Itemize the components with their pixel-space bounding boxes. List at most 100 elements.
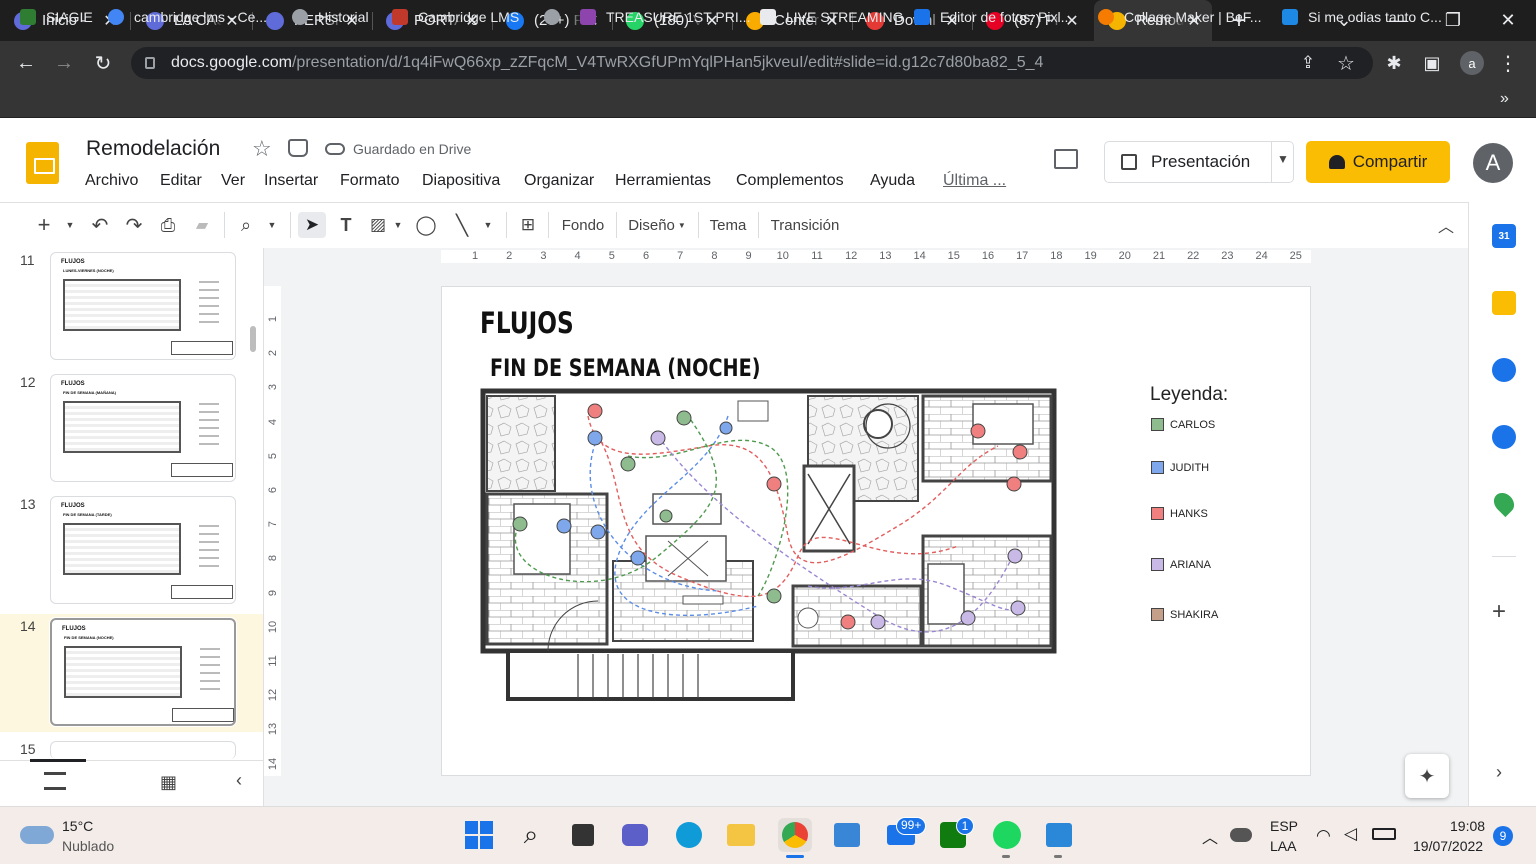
legend-item[interactable]: ARIANA — [1151, 558, 1211, 571]
legend-item[interactable]: JUDITH — [1151, 461, 1209, 474]
image-dropdown-icon[interactable]: ▼ — [390, 212, 406, 238]
slide-thumbnail[interactable]: FLUJOS FIN DE SEMANA (MAÑANA) — [50, 374, 236, 482]
last-edit-link[interactable]: Última ... — [943, 172, 1006, 190]
filmstrip-view-icon[interactable] — [44, 772, 66, 790]
print-icon[interactable]: ⎙ — [156, 212, 180, 238]
start-icon[interactable] — [462, 818, 496, 852]
sidebar-icon[interactable]: ▣ — [1418, 49, 1446, 77]
photos-app-icon[interactable] — [830, 818, 864, 852]
menu-organizar[interactable]: Organizar — [524, 172, 594, 190]
slide-thumbnail[interactable]: FLUJOS FIN DE SEMANA (TARDE) — [50, 496, 236, 604]
bookmark-item[interactable]: Cambridge LMS — [392, 6, 519, 28]
undo-icon[interactable]: ↶ — [88, 212, 112, 238]
theme-button[interactable]: Tema — [706, 212, 750, 238]
lang-variant[interactable]: LAA — [1270, 838, 1296, 854]
add-addon-icon[interactable]: + — [1492, 598, 1506, 626]
line-dropdown-icon[interactable]: ▼ — [480, 212, 496, 238]
address-bar[interactable]: docs.google.com/presentation/d/1q4iFwQ66… — [131, 47, 1373, 79]
file-explorer-icon[interactable] — [724, 818, 758, 852]
legend-item[interactable]: HANKS — [1151, 507, 1208, 520]
comments-icon[interactable] — [1054, 149, 1078, 169]
collapse-filmstrip-icon[interactable]: ‹ — [236, 770, 242, 791]
filmstrip-scrollbar[interactable] — [250, 326, 256, 352]
select-tool-icon[interactable]: ➤ — [298, 212, 326, 238]
teams-icon[interactable] — [618, 818, 652, 852]
shape-icon[interactable]: ◯ — [414, 212, 438, 238]
background-button[interactable]: Fondo — [556, 212, 610, 238]
present-button[interactable]: Presentación ▼ — [1104, 141, 1294, 183]
menu-formato[interactable]: Formato — [340, 172, 400, 190]
image-icon[interactable]: ▨ — [366, 212, 390, 238]
grid-view-icon[interactable]: ▦ — [160, 772, 177, 793]
zoom-icon[interactable]: ⌕ — [234, 212, 258, 238]
wifi-icon[interactable]: ◠ — [1316, 826, 1331, 846]
calendar-icon[interactable]: 31 — [1492, 224, 1516, 248]
volume-icon[interactable]: ◁ — [1344, 824, 1357, 844]
tasks-icon[interactable] — [1492, 358, 1516, 382]
gallery-icon[interactable] — [1042, 818, 1076, 852]
notification-badge[interactable]: 9 — [1493, 826, 1513, 846]
menu-insertar[interactable]: Insertar — [264, 172, 318, 190]
more-bookmarks-icon[interactable]: » — [1500, 90, 1509, 108]
share-button[interactable]: Compartir — [1306, 141, 1450, 183]
transition-button[interactable]: Transición — [766, 212, 844, 238]
back-icon[interactable]: ← — [12, 49, 40, 77]
menu-ayuda[interactable]: Ayuda — [870, 172, 915, 190]
legend-title[interactable]: Leyenda: — [1150, 384, 1228, 406]
contacts-icon[interactable] — [1492, 425, 1516, 449]
bookmark-item[interactable]: LIVE STREAMING — [760, 6, 903, 28]
task-view-icon[interactable] — [566, 818, 600, 852]
legend-item[interactable]: CARLOS — [1151, 418, 1215, 431]
paint-format-icon[interactable]: ▰ — [190, 212, 214, 238]
menu-complementos[interactable]: Complementos — [736, 172, 844, 190]
profile-avatar[interactable]: a — [1460, 51, 1484, 75]
weather-desc[interactable]: Nublado — [62, 838, 114, 854]
clock-time[interactable]: 19:08 — [1450, 818, 1485, 834]
star-icon[interactable]: ☆ — [252, 136, 272, 162]
collapse-toolbar-icon[interactable]: ︿ — [1434, 212, 1458, 238]
slide-thumbnail[interactable]: FLUJOS FIN DE SEMANA (NOCHE) — [50, 618, 236, 726]
menu-herramientas[interactable]: Herramientas — [615, 172, 711, 190]
floor-plan-image[interactable] — [478, 386, 1060, 706]
keep-icon[interactable] — [1492, 291, 1516, 315]
browser-menu-icon[interactable]: ⋮ — [1494, 49, 1522, 77]
comment-add-icon[interactable]: ⊞ — [516, 212, 540, 238]
weather-cloud-icon[interactable] — [20, 826, 54, 844]
slide-title[interactable]: FLUJOS — [480, 306, 574, 340]
textbox-icon[interactable]: T — [334, 212, 358, 238]
redo-icon[interactable]: ↷ — [122, 212, 146, 238]
onedrive-icon[interactable] — [1230, 828, 1252, 842]
close-window-button[interactable]: ✕ — [1480, 0, 1536, 41]
layout-button[interactable]: Diseño ▼ — [626, 212, 688, 238]
battery-icon[interactable] — [1372, 828, 1396, 840]
reload-icon[interactable]: ↻ — [89, 49, 117, 77]
menu-archivo[interactable]: Archivo — [85, 172, 138, 190]
bookmark-item[interactable]: SIAGIE — [20, 6, 93, 28]
bookmark-item[interactable]: Collage Maker | BeF... — [1098, 6, 1261, 28]
document-title[interactable]: Remodelación — [86, 137, 220, 161]
account-avatar[interactable]: A — [1473, 143, 1513, 183]
bookmark-item[interactable]: Historial — [292, 6, 369, 28]
bookmark-item[interactable]: cambridge lms - Ce... — [108, 6, 267, 28]
slide-thumbnail[interactable]: FLUJOS LUNES-VIERNES (NOCHE) — [50, 252, 236, 360]
bookmark-item[interactable] — [544, 6, 570, 28]
explore-button[interactable]: ✦ — [1405, 754, 1449, 798]
slides-logo-icon[interactable] — [26, 142, 59, 184]
menu-ver[interactable]: Ver — [221, 172, 245, 190]
zoom-dropdown-icon[interactable]: ▼ — [264, 212, 280, 238]
move-icon[interactable] — [288, 139, 308, 157]
share-page-icon[interactable]: ⇪ — [1294, 49, 1322, 77]
chrome-icon[interactable] — [778, 818, 812, 852]
line-icon[interactable]: ╲ — [450, 212, 474, 238]
slide-thumbnail[interactable] — [50, 741, 236, 759]
lang-code[interactable]: ESP — [1270, 818, 1298, 834]
search-icon[interactable]: ⌕ — [514, 818, 548, 852]
edge-icon[interactable] — [672, 818, 706, 852]
bookmark-star-icon[interactable]: ☆ — [1332, 49, 1360, 77]
bookmark-item[interactable]: TREASURE 1ST PRI... — [580, 6, 750, 28]
weather-temp[interactable]: 15°C — [62, 818, 93, 834]
chevron-down-icon[interactable]: ▼ — [1277, 152, 1289, 166]
slide-subtitle[interactable]: FIN DE SEMANA (NOCHE) — [490, 354, 760, 382]
legend-item[interactable]: SHAKIRA — [1151, 608, 1218, 621]
bookmark-item[interactable]: Si me odias tanto C... — [1282, 6, 1442, 28]
